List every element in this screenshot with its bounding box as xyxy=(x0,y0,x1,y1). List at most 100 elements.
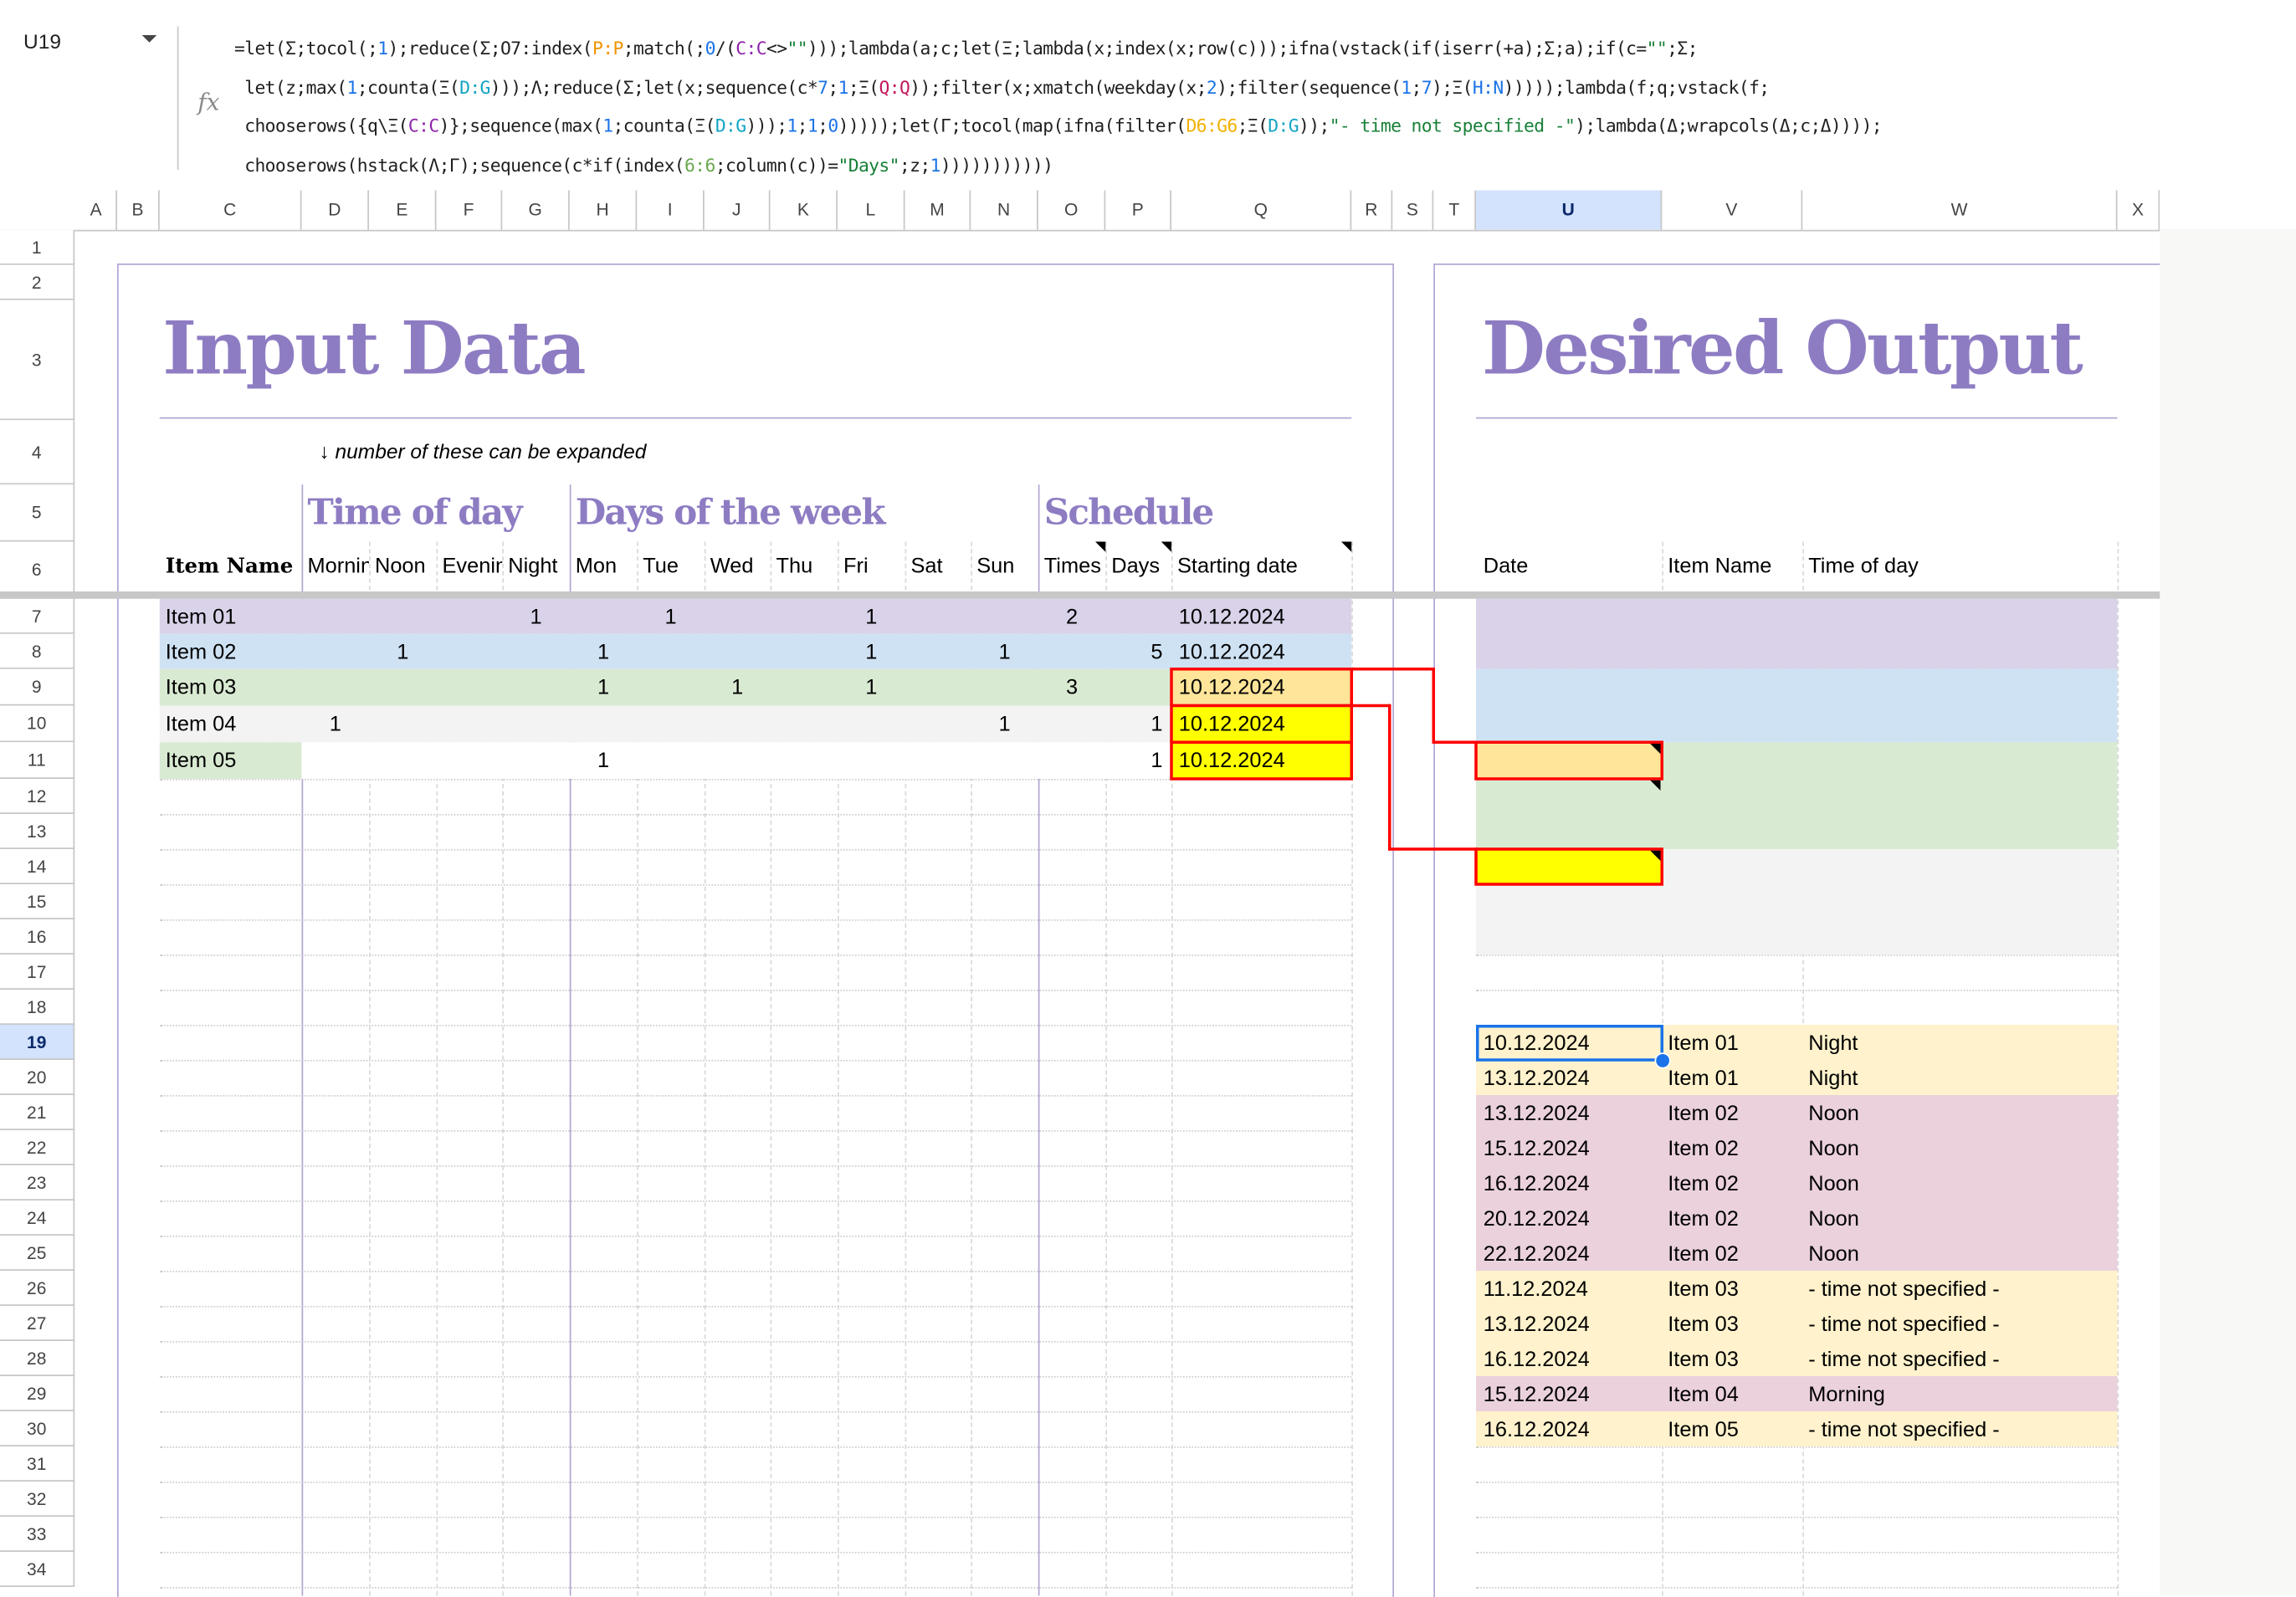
column-header-p[interactable]: P xyxy=(1105,190,1171,230)
output-date-cell[interactable]: 15.12.2024 xyxy=(1484,1139,1590,1159)
output-time-cell[interactable]: Noon xyxy=(1808,1209,1859,1230)
formula-line[interactable]: chooserows({q\Ξ(C:C)};sequence(max(1;cou… xyxy=(234,107,1882,146)
flag-cell-morning[interactable]: 1 xyxy=(330,714,341,735)
column-header-c[interactable]: C xyxy=(160,190,302,230)
row-header-14[interactable]: 14 xyxy=(0,849,75,884)
item-name-cell[interactable]: Item 01 xyxy=(166,607,237,627)
row-header-16[interactable]: 16 xyxy=(0,919,75,955)
row-header-24[interactable]: 24 xyxy=(0,1200,75,1236)
comment-indicator-icon[interactable] xyxy=(1341,541,1352,552)
formula-input[interactable]: =let(Σ;tocol(;1);reduce(Σ;O7:index(P:P;m… xyxy=(234,29,1883,186)
flag-cell-mon[interactable]: 1 xyxy=(597,642,609,663)
fill-handle[interactable] xyxy=(1654,1052,1671,1069)
row-header-17[interactable]: 17 xyxy=(0,955,75,990)
output-date-cell[interactable]: 11.12.2024 xyxy=(1484,1279,1588,1300)
frozen-rows-divider[interactable] xyxy=(0,591,2160,599)
comment-indicator-icon[interactable] xyxy=(1161,541,1171,552)
flag-cell-fri[interactable]: 1 xyxy=(865,642,877,663)
output-time-cell[interactable]: - time not specified - xyxy=(1808,1279,1999,1300)
days-cell[interactable]: 1 xyxy=(1140,751,1162,772)
column-header-a[interactable]: A xyxy=(76,190,117,230)
output-item-cell[interactable]: Item 02 xyxy=(1668,1139,1739,1159)
row-header-18[interactable]: 18 xyxy=(0,990,75,1025)
name-box-dropdown-icon[interactable] xyxy=(141,35,157,43)
column-header-w[interactable]: W xyxy=(1802,190,2118,230)
row-header-3[interactable]: 3 xyxy=(0,299,75,421)
output-time-cell[interactable]: Noon xyxy=(1808,1103,1859,1124)
output-item-cell[interactable]: Item 02 xyxy=(1668,1244,1739,1265)
row-header-1[interactable]: 1 xyxy=(0,229,75,265)
row-header-33[interactable]: 33 xyxy=(0,1517,75,1552)
output-item-cell[interactable]: Item 02 xyxy=(1668,1174,1739,1195)
output-date-cell[interactable]: 13.12.2024 xyxy=(1484,1314,1590,1335)
row-header-34[interactable]: 34 xyxy=(0,1552,75,1587)
starting-date-cell[interactable]: 10.12.2024 xyxy=(1179,678,1285,699)
formula-line[interactable]: chooserows(hstack(Λ;Γ);sequence(c*if(ind… xyxy=(234,146,1882,186)
output-time-cell[interactable]: Noon xyxy=(1808,1139,1859,1159)
days-cell[interactable]: 5 xyxy=(1140,642,1162,663)
times-cell[interactable]: 3 xyxy=(1066,678,1078,699)
column-header-d[interactable]: D xyxy=(302,190,369,230)
row-header-20[interactable]: 20 xyxy=(0,1060,75,1095)
row-header-23[interactable]: 23 xyxy=(0,1165,75,1200)
row-header-6[interactable]: 6 xyxy=(0,541,75,599)
output-date-cell[interactable]: 13.12.2024 xyxy=(1484,1068,1590,1089)
row-header-29[interactable]: 29 xyxy=(0,1376,75,1411)
column-header-m[interactable]: M xyxy=(905,190,971,230)
starting-date-cell[interactable]: 10.12.2024 xyxy=(1179,714,1285,735)
flag-cell-sun[interactable]: 1 xyxy=(999,642,1011,663)
output-item-cell[interactable]: Item 01 xyxy=(1668,1068,1739,1089)
starting-date-cell[interactable]: 10.12.2024 xyxy=(1179,607,1285,627)
output-item-cell[interactable]: Item 04 xyxy=(1668,1385,1739,1405)
output-item-cell[interactable]: Item 01 xyxy=(1668,1033,1739,1054)
column-header-l[interactable]: L xyxy=(838,190,905,230)
row-header-31[interactable]: 31 xyxy=(0,1446,75,1482)
row-header-10[interactable]: 10 xyxy=(0,705,75,743)
output-item-cell[interactable]: Item 03 xyxy=(1668,1279,1739,1300)
column-header-h[interactable]: H xyxy=(570,190,638,230)
column-header-o[interactable]: O xyxy=(1038,190,1106,230)
flag-cell-wed[interactable]: 1 xyxy=(731,678,743,699)
output-item-cell[interactable]: Item 02 xyxy=(1668,1103,1739,1124)
row-header-21[interactable]: 21 xyxy=(0,1095,75,1130)
row-header-4[interactable]: 4 xyxy=(0,420,75,485)
output-time-cell[interactable]: Night xyxy=(1808,1068,1858,1089)
times-cell[interactable]: 2 xyxy=(1066,607,1078,627)
output-date-cell[interactable]: 22.12.2024 xyxy=(1484,1244,1590,1265)
flag-cell-mon[interactable]: 1 xyxy=(597,678,609,699)
column-header-r[interactable]: R xyxy=(1351,190,1393,230)
output-time-cell[interactable]: - time not specified - xyxy=(1808,1420,1999,1441)
flag-cell-mon[interactable]: 1 xyxy=(597,751,609,772)
output-time-cell[interactable]: - time not specified - xyxy=(1808,1349,1999,1370)
output-date-cell[interactable]: 16.12.2024 xyxy=(1484,1349,1590,1370)
row-header-9[interactable]: 9 xyxy=(0,668,75,706)
output-date-cell[interactable]: 16.12.2024 xyxy=(1484,1174,1590,1195)
row-header-25[interactable]: 25 xyxy=(0,1236,75,1271)
output-time-cell[interactable]: Noon xyxy=(1808,1244,1859,1265)
row-header-32[interactable]: 32 xyxy=(0,1482,75,1517)
comment-indicator-icon[interactable] xyxy=(1650,744,1661,755)
column-header-s[interactable]: S xyxy=(1392,190,1434,230)
column-header-f[interactable]: F xyxy=(437,190,503,230)
column-header-b[interactable]: B xyxy=(117,190,160,230)
starting-date-cell[interactable]: 10.12.2024 xyxy=(1179,751,1285,772)
flag-cell-night[interactable]: 1 xyxy=(530,607,542,627)
flag-cell-sun[interactable]: 1 xyxy=(999,714,1011,735)
column-header-t[interactable]: T xyxy=(1433,190,1476,230)
column-header-n[interactable]: N xyxy=(971,190,1038,230)
row-header-22[interactable]: 22 xyxy=(0,1130,75,1165)
column-header-v[interactable]: V xyxy=(1662,190,1803,230)
column-header-u[interactable]: U xyxy=(1476,190,1663,230)
item-name-cell[interactable]: Item 02 xyxy=(166,642,237,663)
row-header-11[interactable]: 11 xyxy=(0,742,75,779)
row-header-26[interactable]: 26 xyxy=(0,1271,75,1306)
output-date-cell[interactable]: 16.12.2024 xyxy=(1484,1420,1590,1441)
row-header-13[interactable]: 13 xyxy=(0,814,75,849)
row-header-28[interactable]: 28 xyxy=(0,1341,75,1376)
formula-line[interactable]: =let(Σ;tocol(;1);reduce(Σ;O7:index(P:P;m… xyxy=(234,29,1882,69)
name-box[interactable]: U19 xyxy=(23,29,61,53)
row-header-2[interactable]: 2 xyxy=(0,264,75,300)
active-cell-selection[interactable] xyxy=(1476,1025,1663,1062)
output-date-cell[interactable]: 20.12.2024 xyxy=(1484,1209,1590,1230)
days-cell[interactable]: 1 xyxy=(1140,714,1162,735)
